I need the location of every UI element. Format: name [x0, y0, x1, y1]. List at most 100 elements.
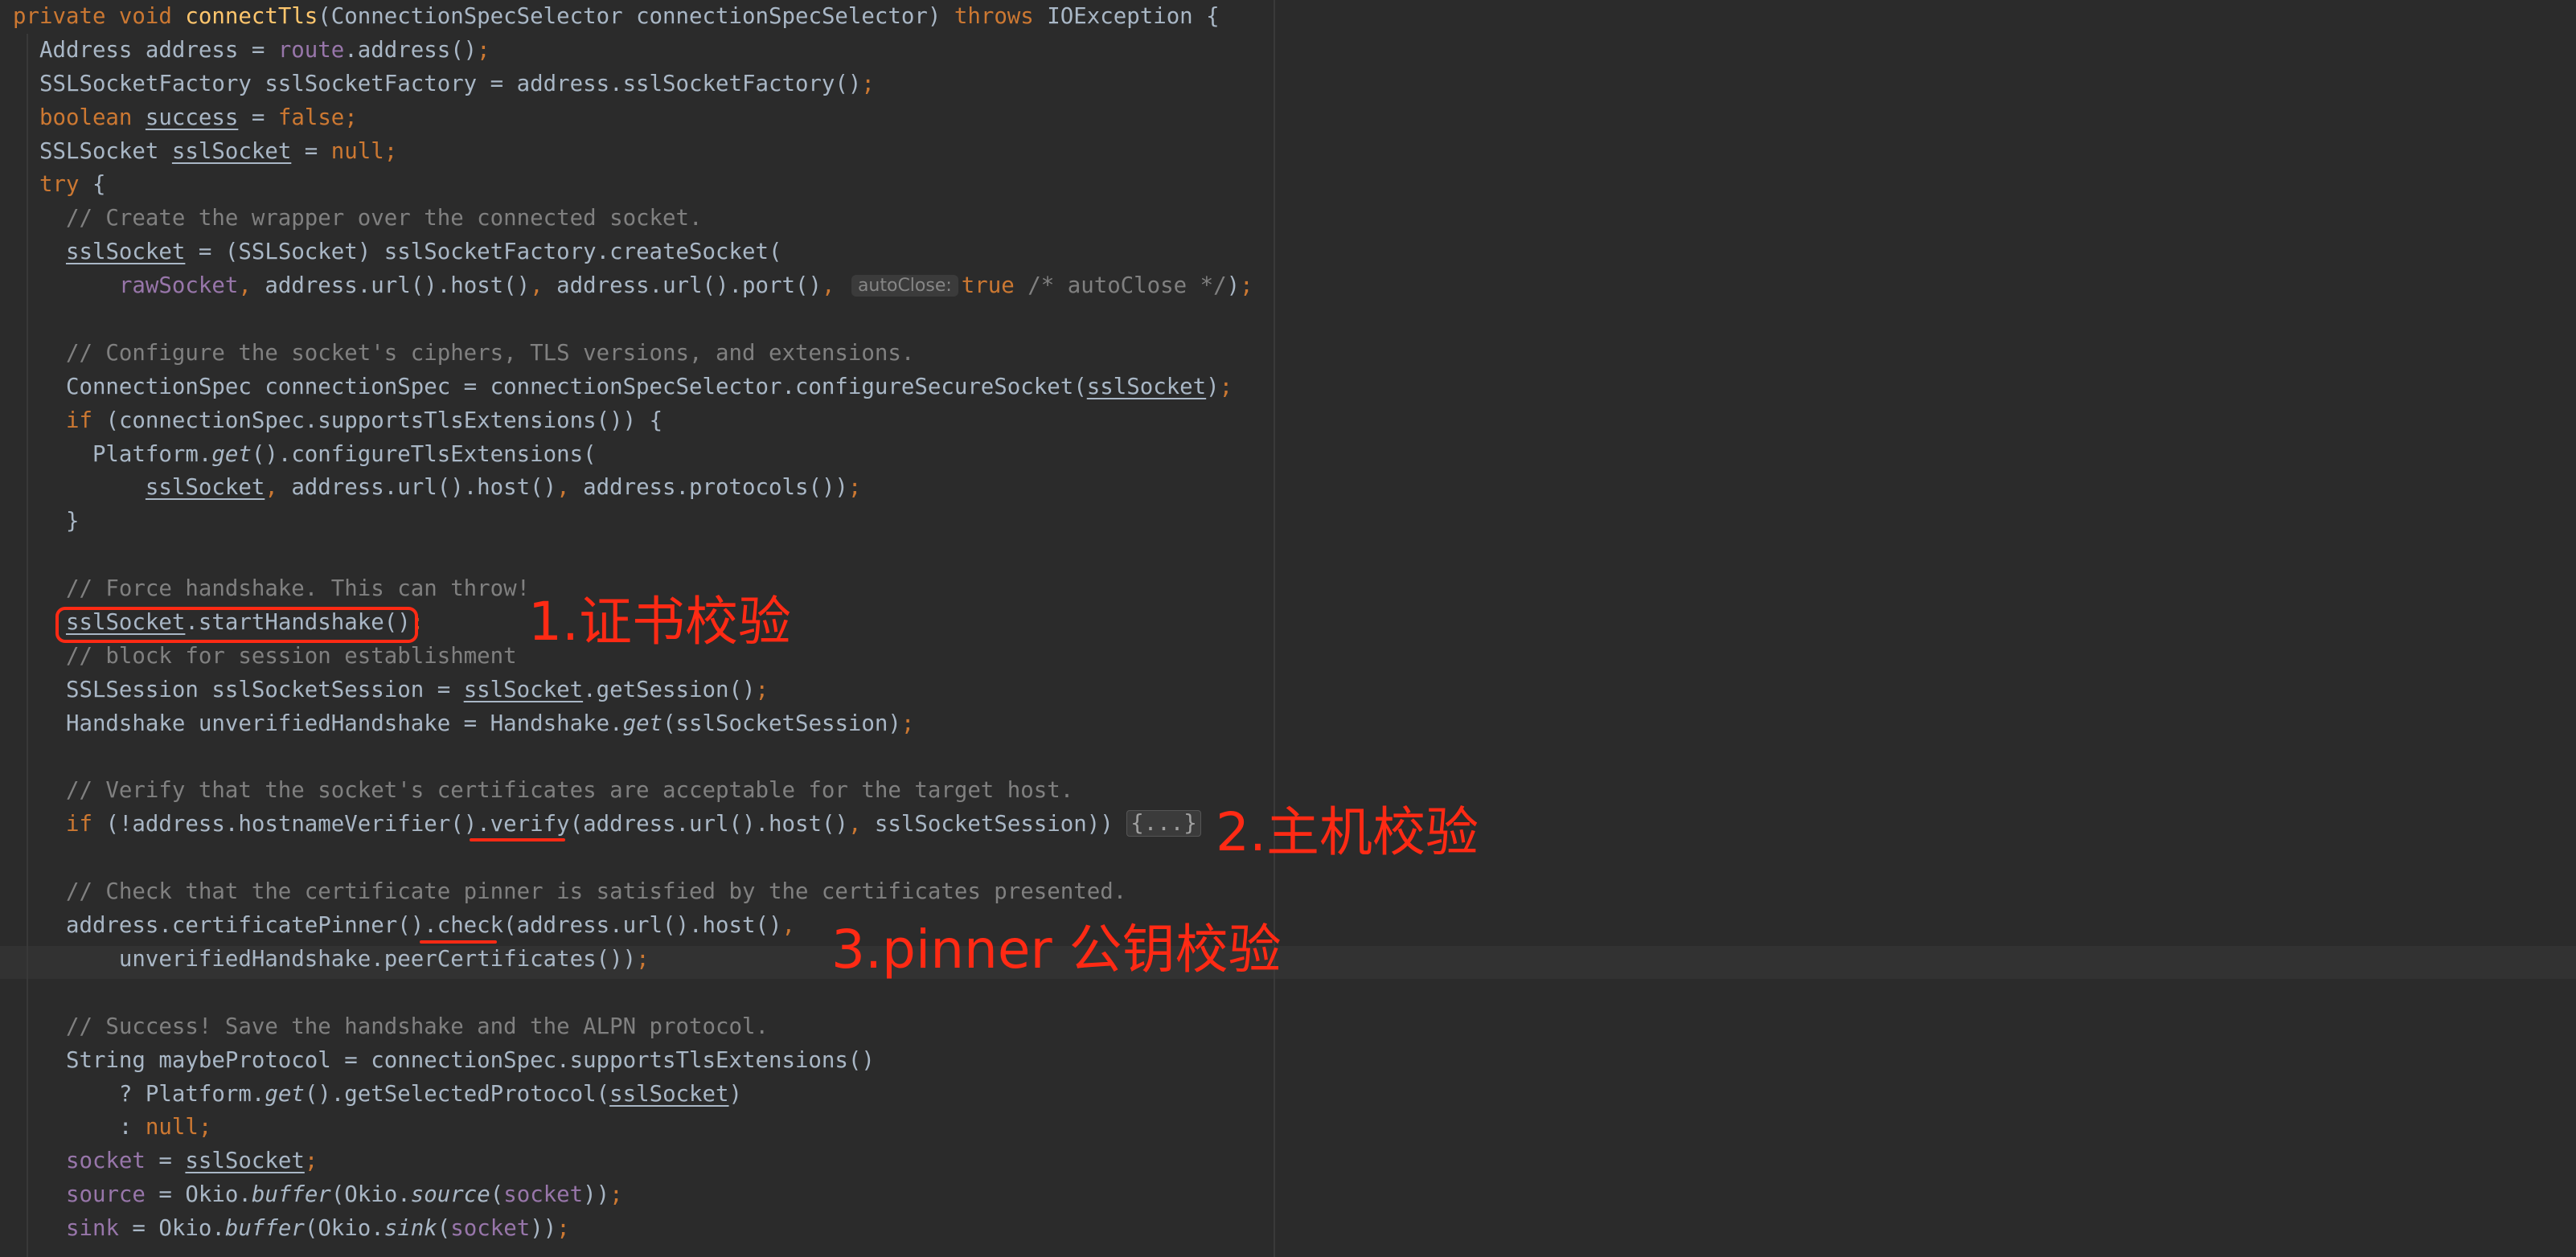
code-line[interactable] — [13, 303, 1267, 337]
code-comment: // block for session establishment — [13, 643, 517, 669]
code-token: { — [92, 172, 106, 198]
code-editor[interactable]: private void connectTls(ConnectionSpecSe… — [0, 0, 2576, 1257]
code-line[interactable]: SSLSession sslSocketSession = sslSocket.… — [13, 674, 1267, 707]
code-line[interactable]: // Check that the certificate pinner is … — [13, 875, 1267, 909]
code-token: address.url().host() — [291, 475, 557, 501]
code-token: (connectionSpec.supportsTlsExtensions())… — [105, 407, 663, 433]
code-line[interactable]: SSLSocketFactory sslSocketFactory = addr… — [13, 68, 1267, 101]
code-token: , — [238, 273, 265, 299]
code-line[interactable] — [13, 741, 1267, 775]
code-token: (!address.hostnameVerifier().verify(addr… — [105, 812, 848, 837]
code-token: ( — [490, 1182, 504, 1208]
code-token: = — [238, 104, 278, 130]
start-handshake-highlight-box — [55, 607, 418, 643]
code-token: ) — [728, 1081, 743, 1107]
code-token: ; — [755, 677, 769, 702]
code-token: socket — [450, 1216, 531, 1242]
code-line[interactable]: Platform.get().configureTlsExtensions( — [13, 438, 1267, 472]
code-token: , — [847, 812, 875, 837]
code-token: address.protocols()) — [583, 475, 848, 501]
code-token: true — [961, 273, 1028, 299]
folded-block[interactable]: {...} — [1126, 810, 1201, 837]
code-token: sslSocket — [463, 677, 584, 702]
code-line[interactable]: // Verify that the socket's certificates… — [13, 774, 1267, 808]
code-token: buffer — [251, 1182, 331, 1208]
code-token: SSLSocket — [13, 138, 172, 164]
code-token: ; — [344, 104, 358, 130]
code-token: address.certificatePinner().check(addres… — [13, 913, 782, 939]
code-token: )) — [583, 1182, 610, 1208]
code-token: , — [781, 913, 795, 939]
code-line[interactable]: ConnectionSpec connectionSpec = connecti… — [13, 371, 1267, 404]
verify-call-underline — [470, 838, 565, 841]
code-line[interactable]: source = Okio.buffer(Okio.source(socket)… — [13, 1178, 1267, 1212]
code-token: (sslSocketSession) — [662, 710, 901, 736]
check-call-underline — [420, 940, 497, 944]
code-line[interactable] — [13, 977, 1267, 1010]
code-token: get — [622, 710, 663, 736]
code-line[interactable]: : null; — [13, 1111, 1267, 1144]
code-line[interactable]: } — [13, 505, 1267, 538]
code-line[interactable]: // Configure the socket's ciphers, TLS v… — [13, 337, 1267, 371]
code-token: socket — [503, 1182, 584, 1208]
code-line[interactable]: // Success! Save the handshake and the A… — [13, 1010, 1267, 1044]
code-token: ().configureTlsExtensions( — [251, 441, 597, 467]
code-token: sslSocket — [1086, 374, 1207, 399]
code-line[interactable]: SSLSocket sslSocket = null; — [13, 135, 1267, 169]
code-token: SSLSession sslSocketSession = — [13, 677, 464, 702]
code-token: buffer — [224, 1216, 305, 1242]
code-token: ; — [847, 475, 862, 501]
code-token: ; — [1240, 273, 1253, 299]
code-line[interactable]: if (connectionSpec.supportsTlsExtensions… — [13, 404, 1267, 438]
code-token: sslSocket — [171, 138, 292, 164]
code-line[interactable]: sink = Okio.buffer(Okio.sink(socket)); — [13, 1212, 1267, 1246]
code-line[interactable]: boolean success = false; — [13, 101, 1267, 135]
code-line[interactable]: if (!address.hostnameVerifier().verify(a… — [13, 808, 1267, 841]
annotation-certificate-check: 1.证书校验 — [528, 591, 791, 653]
code-line[interactable] — [13, 841, 1267, 875]
code-token: ().getSelectedProtocol( — [304, 1081, 610, 1107]
code-token: ? Platform. — [13, 1081, 265, 1107]
code-token: .address() — [344, 37, 478, 63]
code-line[interactable]: private void connectTls(ConnectionSpecSe… — [13, 0, 1267, 34]
code-token: Handshake unverifiedHandshake = Handshak… — [13, 710, 623, 736]
right-margin-guide — [1274, 0, 1275, 1257]
code-token: ; — [636, 946, 650, 972]
code-token: unverifiedHandshake.peerCertificates()) — [13, 946, 637, 972]
code-line[interactable]: Handshake unverifiedHandshake = Handshak… — [13, 707, 1267, 741]
code-token: if — [65, 407, 106, 433]
parameter-hint: autoClose: — [851, 275, 958, 297]
code-line[interactable]: // Create the wrapper over the connected… — [13, 202, 1267, 235]
code-token: .getSession() — [583, 677, 756, 702]
code-token: )) — [530, 1216, 557, 1242]
code-token: success — [145, 104, 239, 130]
code-token: ; — [384, 138, 398, 164]
code-token: sink — [384, 1216, 437, 1242]
code-token: IOException { — [1047, 4, 1220, 29]
code-comment: // Create the wrapper over the connected… — [13, 206, 703, 231]
code-token: address.url().host() — [265, 273, 531, 299]
code-line[interactable]: sslSocket = (SSLSocket) sslSocketFactory… — [13, 235, 1267, 269]
code-token: source — [65, 1182, 146, 1208]
code-token: source — [410, 1182, 490, 1208]
code-comment: // Verify that the socket's certificates… — [13, 778, 1074, 804]
code-line[interactable]: try { — [13, 168, 1267, 202]
code-line[interactable]: String maybeProtocol = connectionSpec.su… — [13, 1044, 1267, 1078]
code-token: sslSocket — [145, 475, 265, 501]
code-line[interactable]: sslSocket, address.url().host(), address… — [13, 471, 1267, 505]
code-token: } — [13, 509, 80, 534]
code-line[interactable]: Address address = route.address(); — [13, 34, 1267, 68]
code-token: = (SSLSocket) sslSocketFactory.createSoc… — [185, 240, 782, 265]
code-line[interactable] — [13, 538, 1267, 572]
code-line[interactable]: ? Platform.get().getSelectedProtocol(ssl… — [13, 1078, 1267, 1112]
code-token: sslSocket — [65, 240, 186, 265]
code-comment: // Configure the socket's ciphers, TLS v… — [13, 340, 915, 366]
code-token: boolean — [39, 104, 146, 130]
code-line[interactable]: socket = sslSocket; — [13, 1144, 1267, 1178]
code-line[interactable]: rawSocket, address.url().host(), address… — [13, 269, 1267, 303]
code-token: try — [39, 172, 92, 198]
